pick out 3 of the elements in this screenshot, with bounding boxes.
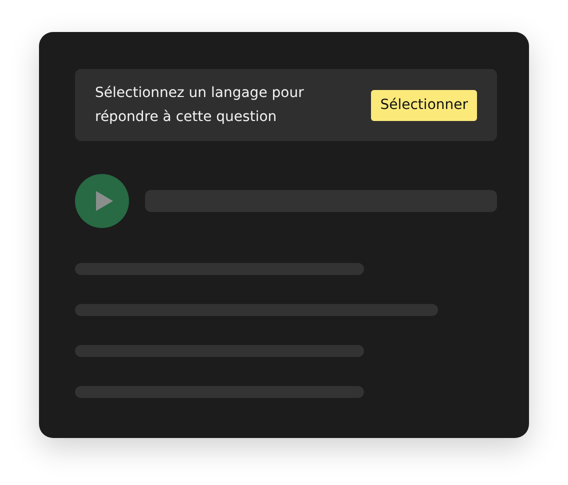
play-icon[interactable] — [75, 174, 129, 228]
language-prompt: Sélectionnez un langage pour répondre à cette question — [95, 84, 305, 127]
select-button[interactable]: Sélectionner — [371, 90, 477, 120]
